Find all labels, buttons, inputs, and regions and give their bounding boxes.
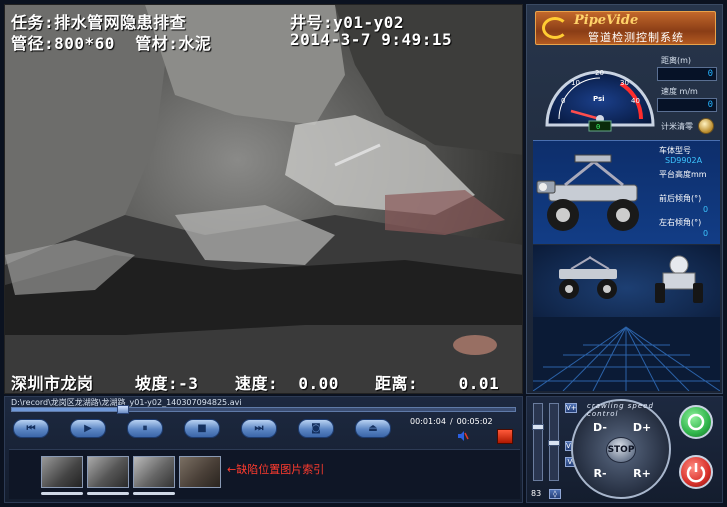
- speed-label: 速度 m/m: [661, 87, 698, 96]
- r-plus-button[interactable]: R+: [627, 463, 657, 485]
- power-on-icon: [687, 413, 705, 431]
- brand-logo: PipeVide 管道检测控制系统: [535, 11, 716, 45]
- roll-value: 0: [703, 229, 709, 238]
- progress-bar[interactable]: [11, 405, 516, 414]
- pause-button[interactable]: ⏸: [127, 419, 163, 438]
- total-time: 00:05:02: [456, 417, 493, 426]
- speed-slider[interactable]: [532, 403, 544, 481]
- vehicle-model-value: SD9902A: [665, 156, 703, 165]
- stop-playback-button[interactable]: ■: [184, 419, 220, 438]
- meter-reset-label: 计米清零: [661, 122, 693, 131]
- logo-swirl-icon: [542, 17, 568, 39]
- pitch-value: 0: [703, 205, 709, 214]
- speed-slider-knob[interactable]: [532, 424, 544, 430]
- light-slider-knob[interactable]: [548, 440, 560, 446]
- platform-height-label: 平台高度mm: [659, 170, 707, 179]
- overlay-pipe-info: 管径:800*60 管材:水泥: [11, 34, 212, 53]
- defect-thumbnail-1[interactable]: [41, 456, 83, 488]
- vehicle-views: [533, 245, 720, 317]
- reset-slider-button[interactable]: ◊: [549, 489, 561, 499]
- gauge-tick-40: 40: [631, 97, 640, 105]
- logo-system-name: 管道检测控制系统: [588, 31, 684, 44]
- next-button[interactable]: ⏭: [241, 419, 277, 438]
- stop-button[interactable]: STOP: [606, 437, 636, 463]
- overlay-speed: 速度: 0.00: [235, 374, 339, 393]
- thumbnail-divider: [87, 492, 129, 495]
- defect-thumbnail-4[interactable]: [179, 456, 221, 488]
- r-minus-button[interactable]: R-: [585, 463, 615, 485]
- time-separator: /: [449, 417, 453, 426]
- gauge-tick-0: 0: [561, 97, 565, 105]
- pitch-label: 前后倾角(°): [659, 194, 702, 203]
- roll-label: 左右倾角(°): [659, 218, 702, 227]
- slider-up-button[interactable]: V+: [565, 403, 577, 413]
- dial-label: crawling speed control: [587, 402, 654, 418]
- power-icon: [686, 463, 706, 483]
- gauge-tick-20: 20: [595, 69, 604, 77]
- pipe-scene: [5, 5, 522, 393]
- perspective-grid: [533, 317, 720, 391]
- crawler-control-panel: V+ V+ V- 83 ◊ crawling speed control D- …: [526, 396, 723, 503]
- vehicle-info-panel: 车体型号 SD9902A 平台高度mm 前后倾角(°) 0 左右倾角(°) 0: [533, 140, 720, 244]
- thumbnail-divider: [41, 492, 83, 495]
- volume-icon[interactable]: [457, 430, 469, 442]
- overlay-datetime: 2014-3-7 9:49:15: [290, 30, 453, 49]
- progress-thumb[interactable]: [116, 405, 129, 414]
- gauge-readout: 0: [596, 123, 600, 131]
- exit-button[interactable]: ⏏: [355, 419, 391, 438]
- progress-fill: [12, 408, 123, 411]
- thumbnail-annotation: ←缺陷位置图片索引: [227, 463, 325, 476]
- vehicle-side-icon: [536, 154, 639, 231]
- status-panel: PipeVide 管道检测控制系统 0 10 20 30 40 Psi 0 距离…: [526, 4, 723, 394]
- grid-lines: [533, 326, 720, 391]
- defect-thumbnail-strip: ←缺陷位置图片索引: [9, 449, 520, 499]
- logo-brand: PipeVide: [574, 13, 639, 28]
- play-button[interactable]: ▶: [70, 419, 106, 438]
- current-time: 00:01:04: [410, 417, 446, 426]
- pressure-gauge: 0 10 20 30 40 Psi 0: [545, 69, 655, 132]
- start-button[interactable]: [679, 405, 713, 439]
- video-feed: 任务:排水管网隐患排查 井号:y01-y02 管径:800*60 管材:水泥 2…: [4, 4, 523, 394]
- snapshot-button[interactable]: ◙: [298, 419, 334, 438]
- overlay-slope: 坡度:-3: [135, 374, 199, 393]
- gauge-tick-30: 30: [620, 79, 629, 87]
- overlay-location: 深圳市龙岗: [11, 374, 94, 393]
- defect-thumbnail-2[interactable]: [87, 456, 129, 488]
- vehicle-model-label: 车体型号: [659, 146, 691, 155]
- gauge-tick-10: 10: [571, 79, 580, 87]
- distance-readout: 0: [657, 67, 717, 81]
- light-slider[interactable]: [548, 403, 560, 481]
- distance-label: 距离(m): [661, 56, 692, 65]
- record-button[interactable]: [497, 429, 513, 444]
- speed-setting-value: 83: [531, 489, 542, 498]
- thumbnail-divider: [133, 492, 175, 495]
- gauge-unit: Psi: [593, 95, 605, 103]
- vehicle-small-side-icon: [559, 256, 617, 299]
- d-minus-button[interactable]: D-: [585, 417, 615, 439]
- overlay-distance: 距离: 0.01: [375, 374, 500, 393]
- defect-thumbnail-3[interactable]: [133, 456, 175, 488]
- time-display: 00:01:04/00:05:02: [410, 417, 493, 426]
- playback-panel: D:\record\龙岗区龙湖路\龙湖路_y01-y02_14030709482…: [4, 396, 523, 503]
- prev-button[interactable]: ⏮: [13, 419, 49, 438]
- vehicle-front-icon: [655, 255, 703, 303]
- power-button[interactable]: [679, 455, 713, 489]
- meter-reset-button[interactable]: [698, 118, 714, 134]
- d-plus-button[interactable]: D+: [627, 417, 657, 439]
- speed-readout: 0: [657, 98, 717, 112]
- crawler-dpad: crawling speed control D- D+ STOP R- R+: [571, 399, 671, 499]
